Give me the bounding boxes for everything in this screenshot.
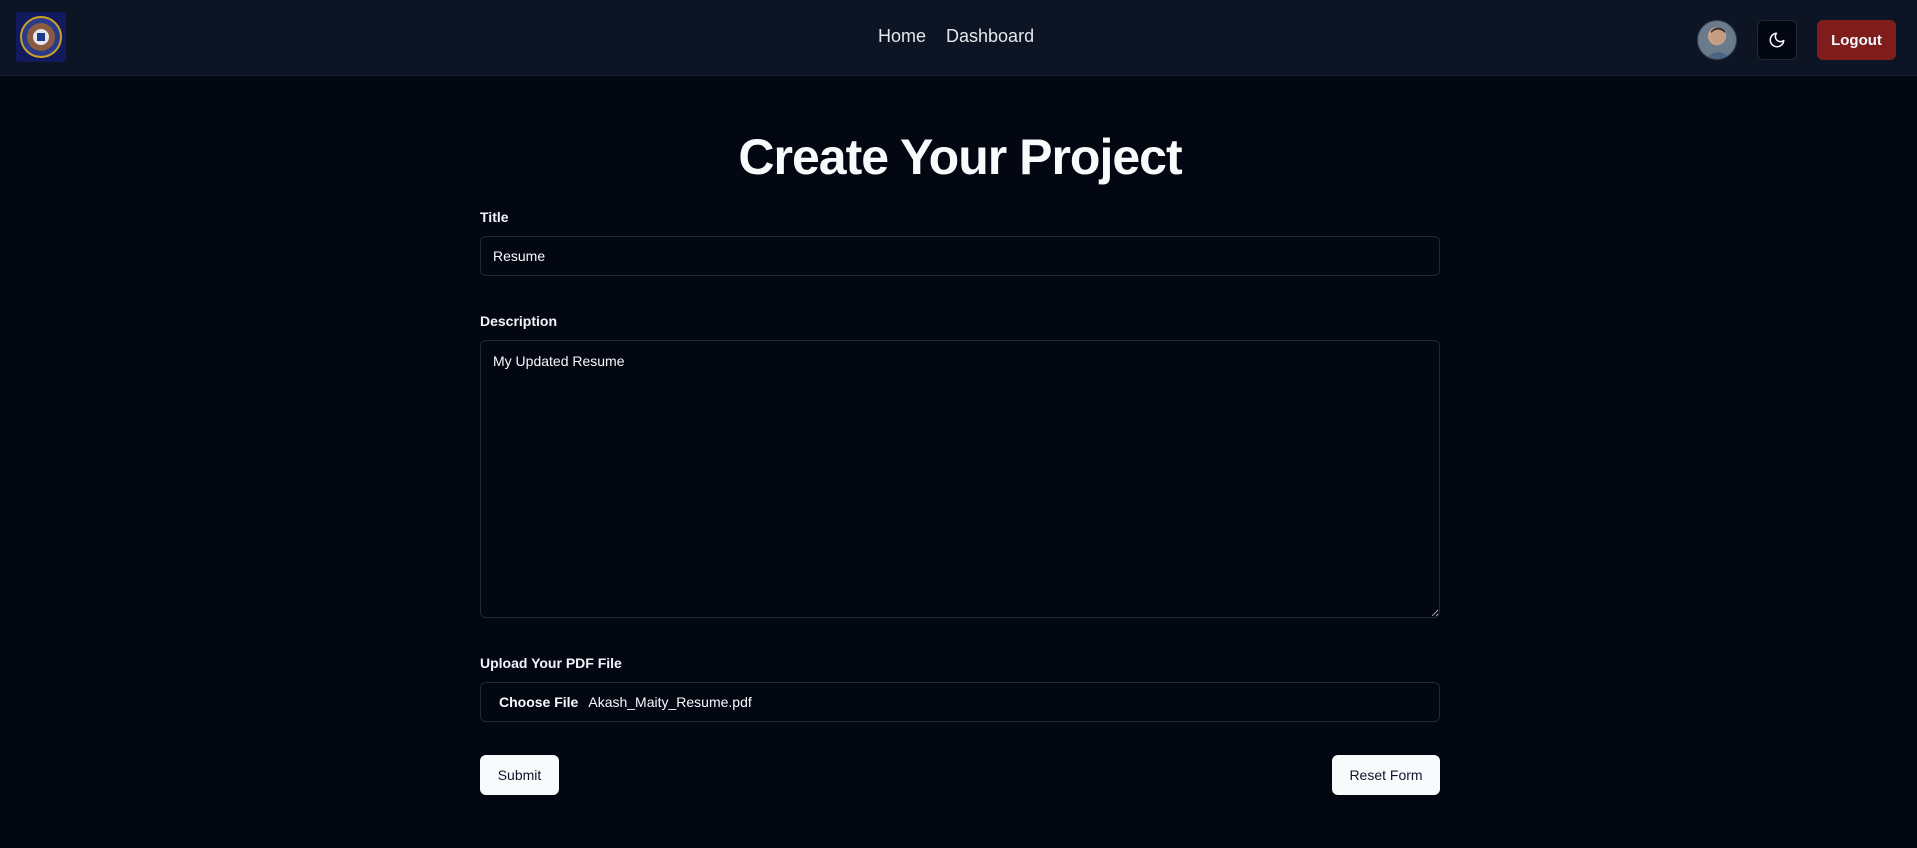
- navbar: Home Dashboard Logout: [0, 0, 1917, 76]
- upload-label: Upload Your PDF File: [480, 655, 622, 671]
- title-label: Title: [480, 209, 509, 225]
- avatar[interactable]: [1697, 20, 1737, 60]
- title-input[interactable]: [480, 236, 1440, 276]
- theme-toggle-button[interactable]: [1757, 20, 1797, 60]
- page-title: Create Your Project: [738, 129, 1182, 185]
- user-avatar-icon: [1705, 27, 1731, 59]
- file-name: Akash_Maity_Resume.pdf: [588, 694, 752, 710]
- nav-dashboard-link[interactable]: Dashboard: [946, 26, 1034, 47]
- reset-form-button[interactable]: Reset Form: [1332, 755, 1440, 795]
- emblem-icon: [20, 16, 62, 58]
- choose-file-button[interactable]: Choose File: [499, 694, 578, 710]
- moon-icon: [1769, 32, 1785, 48]
- nav-home-link[interactable]: Home: [878, 26, 926, 47]
- logout-button[interactable]: Logout: [1817, 20, 1896, 60]
- description-label: Description: [480, 313, 558, 329]
- logo[interactable]: [16, 12, 66, 62]
- nav-links: Home Dashboard: [878, 26, 1034, 47]
- description-textarea[interactable]: My Updated Resume: [480, 340, 1440, 618]
- file-upload-field[interactable]: Choose File Akash_Maity_Resume.pdf: [480, 682, 1440, 722]
- submit-button[interactable]: Submit: [480, 755, 559, 795]
